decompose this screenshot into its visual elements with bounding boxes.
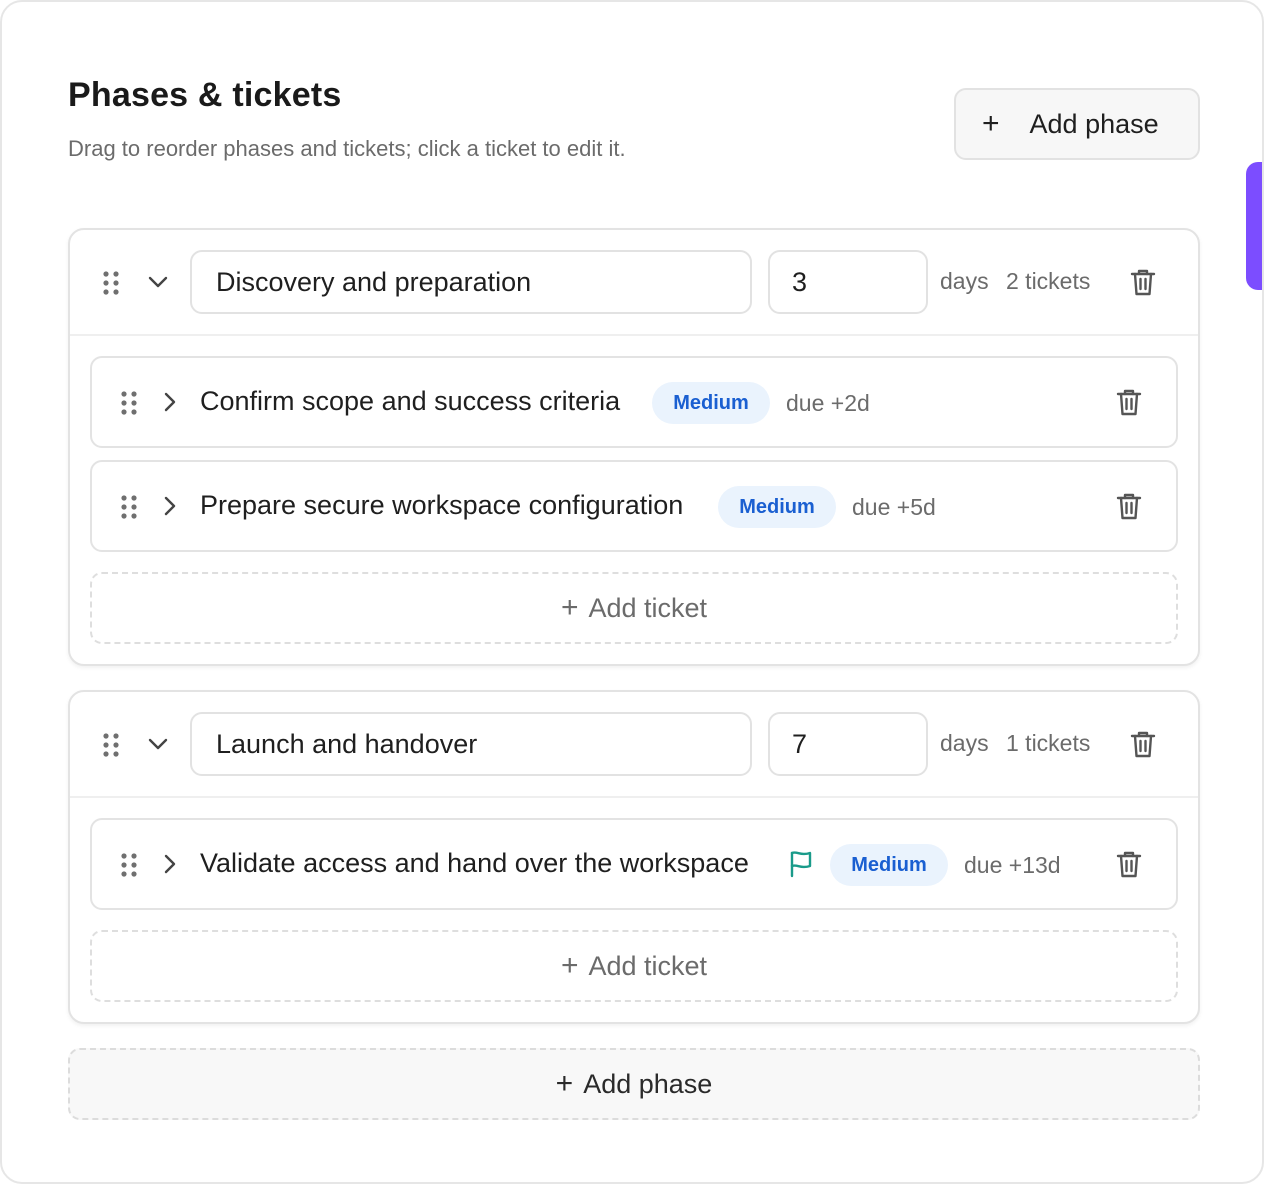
plus-icon: +: [982, 107, 1000, 140]
phase-days-input[interactable]: [768, 712, 928, 776]
priority-badge: Medium: [830, 844, 948, 886]
trash-icon[interactable]: [1116, 492, 1142, 520]
phase-name-input[interactable]: [190, 250, 752, 314]
side-tab-handle[interactable]: [1246, 162, 1262, 290]
chevron-right-icon[interactable]: [158, 852, 182, 876]
priority-badge: Medium: [652, 382, 770, 424]
add-ticket-label: Add ticket: [588, 950, 708, 981]
drag-handle-icon[interactable]: [120, 390, 138, 416]
days-label: days: [940, 730, 989, 756]
drag-handle-icon[interactable]: [102, 270, 120, 296]
phase-header: days 1 tickets: [70, 692, 1198, 798]
plus-icon: +: [560, 591, 579, 624]
chevron-down-icon[interactable]: [146, 270, 170, 294]
drag-handle-icon[interactable]: [120, 852, 138, 878]
trash-icon[interactable]: [1130, 268, 1156, 296]
page-subtitle: Drag to reorder phases and tickets; clic…: [68, 136, 626, 161]
priority-badge: Medium: [718, 486, 836, 528]
add-phase-bottom-label: Add phase: [583, 1068, 713, 1099]
ticket-title: Validate access and hand over the worksp…: [200, 848, 749, 878]
add-phase-bottom-button[interactable]: + Add phase: [68, 1048, 1200, 1120]
chevron-right-icon[interactable]: [158, 390, 182, 414]
phase-card: days 2 tickets Confirm scope and success…: [68, 228, 1200, 666]
drag-handle-icon[interactable]: [120, 494, 138, 520]
due-label: due +2d: [786, 390, 870, 416]
plus-icon: +: [555, 1067, 574, 1100]
add-phase-label: Add phase: [1029, 108, 1159, 139]
ticket-title: Confirm scope and success criteria: [200, 386, 621, 416]
add-ticket-button[interactable]: + Add ticket: [90, 930, 1178, 1002]
add-phase-button[interactable]: + Add phase: [954, 88, 1200, 160]
phase-card: days 1 tickets Validate access and hand …: [68, 690, 1200, 1024]
tickets-count: 2 tickets: [1006, 268, 1091, 294]
tickets-count: 1 tickets: [1006, 730, 1091, 756]
days-label: days: [940, 268, 989, 294]
phase-name-input[interactable]: [190, 712, 752, 776]
flag-icon: [788, 850, 814, 878]
phases-panel: Phases & tickets Drag to reorder phases …: [0, 0, 1264, 1184]
add-ticket-label: Add ticket: [588, 592, 708, 623]
trash-icon[interactable]: [1130, 730, 1156, 758]
chevron-down-icon[interactable]: [146, 732, 170, 756]
ticket-row[interactable]: Prepare secure workspace configuration M…: [90, 460, 1178, 552]
trash-icon[interactable]: [1116, 388, 1142, 416]
trash-icon[interactable]: [1116, 850, 1142, 878]
drag-handle-icon[interactable]: [102, 732, 120, 758]
due-label: due +5d: [852, 494, 936, 520]
plus-icon: +: [560, 949, 579, 982]
ticket-row[interactable]: Validate access and hand over the worksp…: [90, 818, 1178, 910]
ticket-title: Prepare secure workspace configuration: [200, 490, 684, 520]
phase-header: days 2 tickets: [70, 230, 1198, 336]
add-ticket-button[interactable]: + Add ticket: [90, 572, 1178, 644]
phase-days-input[interactable]: [768, 250, 928, 314]
due-label: due +13d: [964, 852, 1061, 878]
chevron-right-icon[interactable]: [158, 494, 182, 518]
ticket-row[interactable]: Confirm scope and success criteria Mediu…: [90, 356, 1178, 448]
page-title: Phases & tickets: [68, 76, 342, 114]
